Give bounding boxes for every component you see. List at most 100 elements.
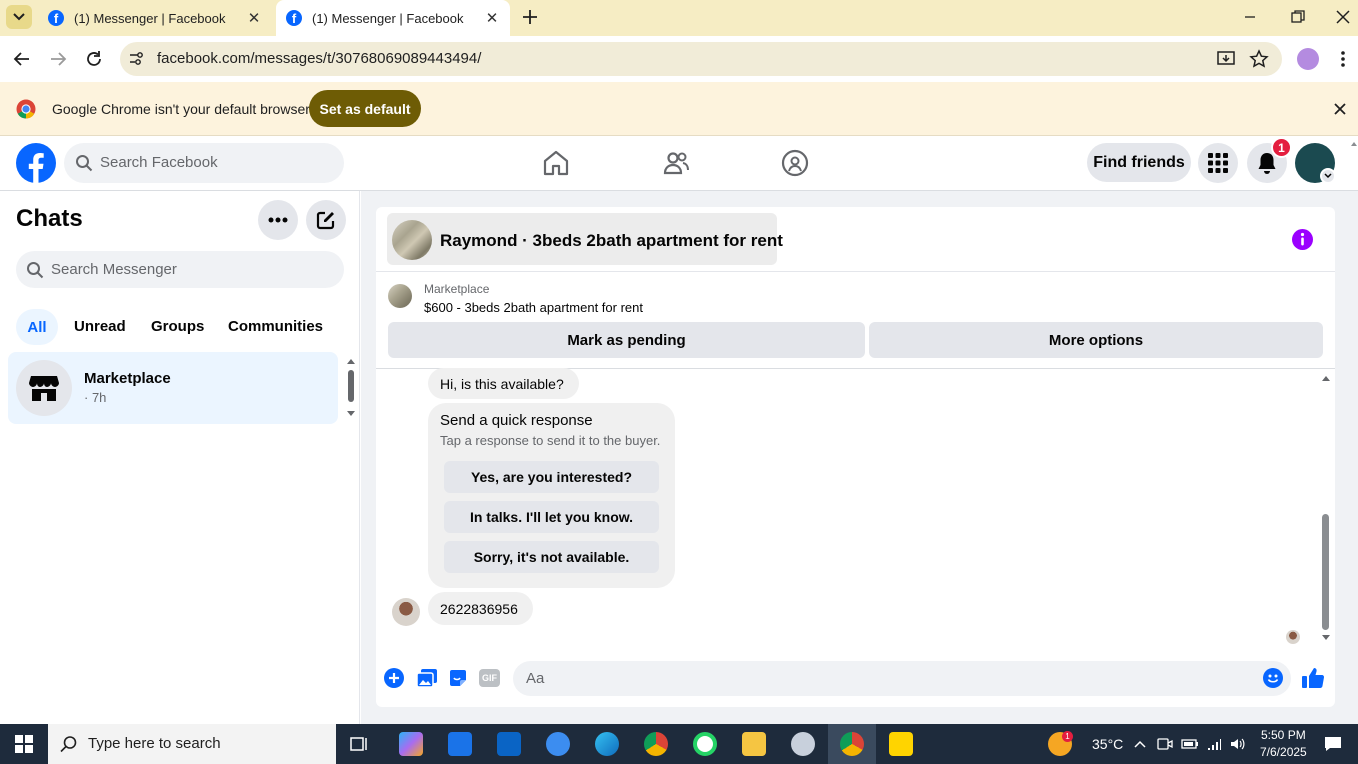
wifi-icon[interactable]	[1206, 736, 1222, 752]
tab-close-icon[interactable]: ✕	[244, 9, 264, 27]
emoji-icon[interactable]	[1263, 668, 1283, 688]
show-hidden-icons-icon[interactable]	[1133, 737, 1147, 751]
chat-options-button[interactable]	[258, 200, 298, 240]
quick-response-option[interactable]: In talks. I'll let you know.	[444, 501, 659, 533]
task-view-icon[interactable]	[349, 734, 369, 754]
profile-avatar-icon[interactable]	[1297, 48, 1319, 70]
filter-tab-all[interactable]: All	[16, 309, 58, 345]
groups-nav-icon[interactable]	[781, 149, 809, 177]
tab-close-icon[interactable]: ✕	[482, 9, 502, 27]
find-friends-button[interactable]: Find friends	[1087, 143, 1191, 182]
filter-tab-groups[interactable]: Groups	[151, 318, 204, 335]
marketplace-avatar	[16, 360, 72, 416]
filter-tab-communities[interactable]: Communities	[228, 318, 323, 335]
back-icon[interactable]	[11, 49, 33, 69]
like-thumbs-up-icon[interactable]	[1301, 666, 1325, 690]
tab-title: (1) Messenger | Facebook	[312, 10, 464, 26]
message-bubble: 2622836956	[428, 592, 533, 625]
file-explorer-icon[interactable]	[742, 732, 766, 756]
infobar-close-icon[interactable]	[1332, 101, 1348, 117]
quick-response-option[interactable]: Sorry, it's not available.	[444, 541, 659, 573]
chat-name: Marketplace	[84, 370, 171, 387]
search-icon	[60, 735, 78, 753]
meet-now-icon[interactable]	[1157, 736, 1173, 752]
menu-button[interactable]	[1198, 143, 1238, 183]
site-info-icon[interactable]	[128, 51, 146, 67]
filter-tab-unread[interactable]: Unread	[74, 318, 126, 335]
add-attachment-icon[interactable]	[384, 668, 404, 688]
chats-title: Chats	[16, 205, 83, 232]
sticker-icon[interactable]	[448, 668, 468, 688]
weather-alert-badge: 1	[1062, 731, 1073, 742]
chrome-taskbar-icon[interactable]	[644, 732, 668, 756]
install-app-icon[interactable]	[1216, 49, 1236, 69]
windows-start-icon[interactable]	[15, 735, 33, 753]
friends-nav-icon[interactable]	[662, 149, 690, 177]
chrome-logo-icon	[16, 99, 36, 119]
volume-icon[interactable]	[1229, 736, 1245, 752]
quick-response-title: Send a quick response	[440, 412, 593, 429]
window-minimize-icon[interactable]	[1240, 9, 1260, 25]
reload-icon[interactable]	[84, 49, 104, 69]
edge-icon[interactable]	[595, 732, 619, 756]
gif-icon[interactable]: GIF	[479, 669, 500, 687]
quick-response-option[interactable]: Yes, are you interested?	[444, 461, 659, 493]
chrome-menu-icon[interactable]	[1336, 49, 1350, 69]
notification-center-icon[interactable]	[1324, 735, 1344, 753]
whatsapp-icon[interactable]	[693, 732, 717, 756]
message-bubble: Hi, is this available?	[428, 368, 579, 399]
infobar-message: Google Chrome isn't your default browser	[52, 101, 310, 117]
more-options-button[interactable]: More options	[869, 322, 1323, 358]
clock-time: 5:50 PM	[1261, 728, 1306, 742]
search-icon	[26, 261, 44, 279]
mark-as-pending-button[interactable]: Mark as pending	[388, 322, 865, 358]
messages-scrollbar-thumb[interactable]	[1322, 514, 1329, 630]
account-chevron-icon[interactable]	[1320, 168, 1336, 184]
message-input[interactable]	[513, 661, 1291, 696]
window-restore-icon[interactable]	[1287, 8, 1307, 26]
tab-search-dropdown-button[interactable]	[6, 5, 32, 29]
sidebar-scrollbar[interactable]	[345, 355, 357, 421]
sticky-notes-icon[interactable]	[889, 732, 913, 756]
taskbar-search-placeholder: Type here to search	[88, 735, 221, 752]
bookmark-star-icon[interactable]	[1249, 49, 1269, 69]
facebook-search-placeholder: Search Facebook	[100, 154, 218, 171]
seen-avatar	[1286, 630, 1300, 644]
forward-icon[interactable]	[47, 49, 69, 69]
browser-tab-2-active[interactable]: f (1) Messenger | Facebook ✕	[276, 0, 510, 36]
listing-summary[interactable]: $600 - 3beds 2bath apartment for rent	[424, 300, 643, 315]
clock-date: 7/6/2025	[1260, 745, 1307, 759]
new-message-button[interactable]	[306, 200, 346, 240]
app-icon[interactable]	[791, 732, 815, 756]
listing-small-thumbnail	[388, 284, 412, 308]
home-nav-icon[interactable]	[542, 149, 570, 177]
temperature-text[interactable]: 35°C	[1092, 736, 1123, 752]
listing-thumbnail	[392, 220, 432, 260]
message-input-placeholder: Aa	[526, 670, 545, 687]
facebook-favicon-icon: f	[286, 10, 302, 26]
taskbar-clock[interactable]: 5:50 PM 7/6/2025	[1260, 727, 1307, 761]
listing-source: Marketplace	[424, 282, 490, 296]
more-dots-icon	[268, 217, 288, 223]
facebook-logo-icon[interactable]	[16, 143, 56, 183]
compose-icon	[316, 211, 335, 230]
facebook-favicon-icon: f	[48, 10, 64, 26]
photo-icon[interactable]	[416, 668, 438, 688]
chevron-down-icon	[13, 13, 25, 21]
copilot-icon[interactable]	[399, 732, 423, 756]
browser-tab-1[interactable]: f (1) Messenger | Facebook ✕	[40, 0, 272, 36]
chat-time: · 7h	[84, 390, 107, 405]
page-scrollbar-up-arrow[interactable]	[1350, 140, 1358, 148]
chrome-active-taskbar-icon[interactable]	[840, 732, 864, 756]
conversation-info-icon[interactable]	[1292, 229, 1313, 250]
microsoft-store-icon[interactable]	[448, 732, 472, 756]
window-close-icon[interactable]	[1333, 7, 1353, 27]
url-text[interactable]: facebook.com/messages/t/3076806908944349…	[157, 50, 481, 67]
message-text[interactable]: 2622836956	[440, 601, 518, 617]
outlook-icon[interactable]	[497, 732, 521, 756]
conversation-title: Raymond · 3beds 2bath apartment for rent	[440, 231, 783, 250]
browser-app-icon[interactable]	[546, 732, 570, 756]
battery-icon[interactable]	[1181, 736, 1199, 752]
new-tab-icon[interactable]	[520, 7, 540, 27]
set-as-default-button[interactable]: Set as default	[309, 90, 421, 127]
